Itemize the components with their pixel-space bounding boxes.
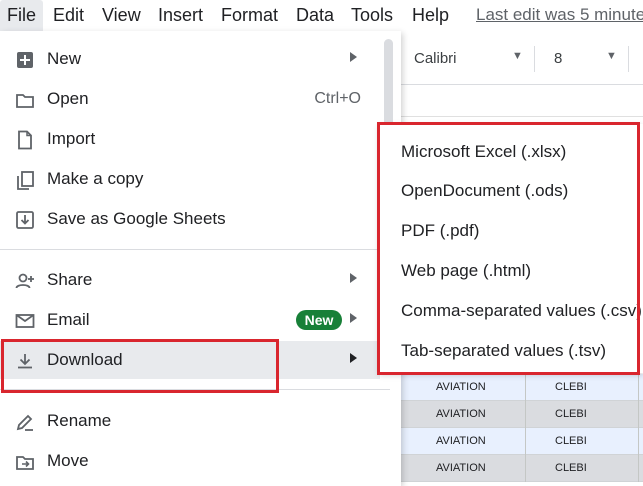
submenu-arrow-icon xyxy=(350,52,357,62)
chevron-down-icon[interactable]: ▼ xyxy=(512,50,523,62)
menu-bar: File Edit View Insert Format Data Tools … xyxy=(0,0,643,31)
menu-item-make-copy[interactable]: Make a copy xyxy=(0,160,380,198)
toolbar: Calibri ▼ 8 ▼ xyxy=(400,38,643,82)
grid-divider xyxy=(525,374,526,401)
menu-item-email[interactable]: Email New xyxy=(0,301,380,339)
table-cell[interactable]: AVIATION xyxy=(436,381,486,393)
menu-item-label: OpenDocument (.ods) xyxy=(401,181,569,200)
menu-item-import[interactable]: Import xyxy=(0,120,380,158)
grid-divider xyxy=(638,428,639,455)
menu-item-label: Web page (.html) xyxy=(401,261,532,280)
menu-divider xyxy=(0,249,390,250)
table-cell[interactable]: CLEBI xyxy=(555,408,587,420)
menu-view[interactable]: View xyxy=(102,5,141,26)
submenu-arrow-icon xyxy=(350,273,357,283)
new-badge: New xyxy=(296,310,342,330)
file-icon xyxy=(14,129,36,151)
download-option-xlsx[interactable]: Microsoft Excel (.xlsx) xyxy=(379,133,643,173)
menu-item-save-as[interactable]: Save as Google Sheets xyxy=(0,200,380,238)
menu-item-label: Microsoft Excel (.xlsx) xyxy=(401,142,567,161)
menu-item-label: Email xyxy=(47,310,90,329)
font-family-select[interactable]: Calibri xyxy=(414,50,457,67)
table-row[interactable]: AVIATION CLEBI xyxy=(400,455,643,482)
grid-divider xyxy=(638,401,639,428)
download-option-tsv[interactable]: Tab-separated values (.tsv) xyxy=(379,332,643,372)
font-size-select[interactable]: 8 xyxy=(554,50,562,67)
menu-help[interactable]: Help xyxy=(412,5,449,26)
menu-item-label: Move xyxy=(47,451,89,470)
toolbar-divider xyxy=(628,46,629,72)
menu-item-label: Rename xyxy=(47,411,112,430)
table-cell[interactable]: CLEBI xyxy=(555,381,587,393)
grid-divider xyxy=(638,374,639,401)
menu-item-label: Tab-separated values (.tsv) xyxy=(401,341,607,360)
shortcut-label: Ctrl+O xyxy=(314,90,361,107)
last-edit-link[interactable]: Last edit was 5 minute xyxy=(476,5,643,25)
mail-icon xyxy=(14,310,36,332)
file-menu: New Open Ctrl+O Import Make a copy Save … xyxy=(0,31,401,486)
menu-item-label: Comma-separated values (.csv) xyxy=(401,301,642,320)
menu-item-share[interactable]: Share xyxy=(0,261,380,299)
menu-item-label: Import xyxy=(47,129,96,148)
download-option-html[interactable]: Web page (.html) xyxy=(379,252,643,292)
toolbar-divider xyxy=(534,46,535,72)
menu-item-label: PDF (.pdf) xyxy=(401,221,480,240)
menu-item-label: Download xyxy=(47,350,123,369)
save-down-icon xyxy=(14,209,36,231)
menu-insert[interactable]: Insert xyxy=(158,5,203,26)
grid-divider xyxy=(525,428,526,455)
menu-tools[interactable]: Tools xyxy=(351,5,393,26)
folder-move-icon xyxy=(14,451,36,473)
menu-item-move[interactable]: Move xyxy=(0,442,380,480)
download-icon xyxy=(14,350,36,372)
table-cell[interactable]: AVIATION xyxy=(436,462,486,474)
menu-edit[interactable]: Edit xyxy=(53,5,84,26)
plus-box-icon xyxy=(14,49,36,71)
table-row[interactable]: AVIATION CLEBI xyxy=(400,428,643,455)
menu-item-label: Share xyxy=(47,270,93,289)
download-option-pdf[interactable]: PDF (.pdf) xyxy=(379,212,643,252)
submenu-arrow-icon xyxy=(350,353,357,363)
grid-divider xyxy=(525,455,526,482)
download-option-ods[interactable]: OpenDocument (.ods) xyxy=(379,172,643,212)
menu-item-rename[interactable]: Rename xyxy=(0,402,380,440)
menu-item-label: Make a copy xyxy=(47,169,144,188)
menu-data[interactable]: Data xyxy=(296,5,334,26)
table-row[interactable]: AVIATION CLEBI xyxy=(400,401,643,428)
menu-item-label: Open xyxy=(47,89,89,108)
grid-header-line xyxy=(400,116,643,117)
download-submenu: Microsoft Excel (.xlsx) OpenDocument (.o… xyxy=(379,124,643,373)
menu-item-label: New xyxy=(47,49,82,68)
grid-divider xyxy=(638,455,639,482)
formula-bar-divider xyxy=(400,84,643,85)
table-cell[interactable]: CLEBI xyxy=(555,462,587,474)
person-add-icon xyxy=(14,270,36,292)
download-option-csv[interactable]: Comma-separated values (.csv) xyxy=(379,292,643,332)
folder-icon xyxy=(14,89,36,111)
pencil-icon xyxy=(14,411,36,433)
menu-item-open[interactable]: Open Ctrl+O xyxy=(0,80,380,118)
chevron-down-icon[interactable]: ▼ xyxy=(606,50,617,62)
table-cell[interactable]: AVIATION xyxy=(436,435,486,447)
menu-item-new[interactable]: New xyxy=(0,40,380,78)
table-row[interactable]: AVIATION CLEBI xyxy=(400,374,643,401)
menu-file[interactable]: File xyxy=(0,0,44,31)
menu-item-label: Save as Google Sheets xyxy=(47,209,226,228)
grid-divider xyxy=(525,401,526,428)
table-cell[interactable]: AVIATION xyxy=(436,408,486,420)
table-cell[interactable]: CLEBI xyxy=(555,435,587,447)
menu-format[interactable]: Format xyxy=(221,5,278,26)
menu-item-download[interactable]: Download xyxy=(0,341,380,379)
menu-divider xyxy=(0,389,390,390)
copy-icon xyxy=(14,169,36,191)
submenu-arrow-icon xyxy=(350,313,357,323)
